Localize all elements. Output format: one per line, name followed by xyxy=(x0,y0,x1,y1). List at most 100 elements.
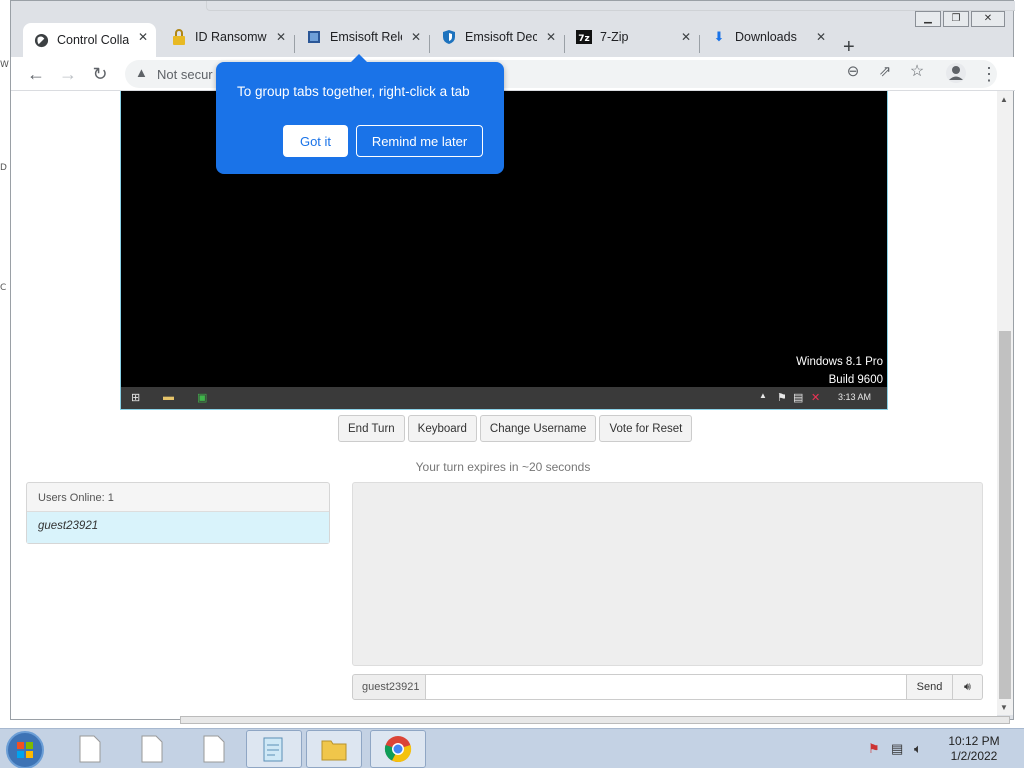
user-list-item[interactable]: guest23921 xyxy=(27,512,329,543)
taskbar-document-icon[interactable] xyxy=(186,730,242,768)
browser-toolbar: ← → ↻ ▲ Not secur ⊖ ⇗ ☆ ⋮ xyxy=(11,57,1015,91)
clock-date: 1/2/2022 xyxy=(950,749,998,763)
tab-separator xyxy=(564,35,565,53)
tab-title: Control Colla xyxy=(57,33,129,47)
vm-watermark-edition: Windows 8.1 Pro xyxy=(796,356,883,368)
download-icon: ⬇ xyxy=(713,29,725,44)
close-tab-icon[interactable]: ✕ xyxy=(681,30,691,44)
chat-message-input[interactable] xyxy=(426,674,907,700)
tab-control-collab[interactable]: Control Colla ✕ xyxy=(23,23,156,57)
vm-tray-arrow-icon[interactable]: ▲ xyxy=(759,391,767,400)
popup-message: To group tabs together, right-click a ta… xyxy=(237,84,470,99)
chat-username-label: guest23921 xyxy=(352,674,426,700)
tab-emsisoft-release[interactable]: Emsisoft Rele ✕ xyxy=(296,23,429,51)
tab-title: 7-Zip xyxy=(600,30,629,44)
vm-watermark-build: Build 9600 xyxy=(828,374,883,386)
vm-taskbar: ⊞ ▬ ▣ ▲ ⚑ ▤ ✕ 3:13 AM xyxy=(121,387,887,409)
share-icon[interactable]: ⇗ xyxy=(874,61,896,83)
back-arrow-icon[interactable]: ← xyxy=(25,63,47,85)
reload-icon[interactable]: ↻ xyxy=(89,63,111,85)
scroll-thumb[interactable] xyxy=(999,331,1011,699)
title-bar xyxy=(206,1,1015,11)
vote-reset-button[interactable]: Vote for Reset xyxy=(599,415,693,442)
security-status: Not secur xyxy=(157,67,213,82)
tab-id-ransomware[interactable]: ID Ransomwa ✕ xyxy=(161,23,294,51)
page-scrollbar[interactable]: ▲ ▼ xyxy=(997,91,1013,715)
taskbar-folder-icon[interactable] xyxy=(306,730,362,768)
forward-arrow-icon[interactable]: → xyxy=(57,63,79,85)
tab-emsisoft-decryptor[interactable]: Emsisoft Dec ✕ xyxy=(431,23,564,51)
profile-avatar-icon[interactable] xyxy=(945,62,967,84)
popup-arrow xyxy=(350,54,368,63)
scroll-down-icon[interactable]: ▼ xyxy=(1000,703,1008,712)
chat-log xyxy=(352,482,983,666)
chat-input-row: guest23921 Send 🔊︎ xyxy=(352,674,983,700)
vm-start-icon[interactable]: ⊞ xyxy=(131,391,140,404)
svg-text:7z: 7z xyxy=(578,34,590,44)
tab-title: Emsisoft Rele xyxy=(330,30,402,44)
tab-title: ID Ransomwa xyxy=(195,30,267,44)
emsisoft-icon xyxy=(306,29,322,45)
turn-status: Your turn expires in ~20 seconds xyxy=(415,460,591,474)
7zip-icon: 7z xyxy=(576,29,592,45)
warning-icon: ▲ xyxy=(135,65,148,80)
scroll-up-icon[interactable]: ▲ xyxy=(1000,95,1008,104)
remind-later-button[interactable]: Remind me later xyxy=(356,125,483,157)
taskbar-clock[interactable]: 10:12 PM 1/2/2022 xyxy=(944,734,1004,764)
taskbar-document-icon[interactable] xyxy=(124,730,180,768)
close-tab-icon[interactable]: ✕ xyxy=(138,30,148,44)
taskbar-chrome-icon[interactable] xyxy=(370,730,426,768)
bookmark-star-icon[interactable]: ☆ xyxy=(906,61,928,83)
shield-icon xyxy=(441,29,457,45)
vm-explorer-icon[interactable]: ▬ xyxy=(163,391,174,403)
vm-flag-icon[interactable]: ⚑ xyxy=(777,391,787,404)
tab-strip: Control Colla ✕ ID Ransomwa ✕ Emsisoft R… xyxy=(11,15,1015,57)
got-it-button[interactable]: Got it xyxy=(283,125,348,157)
action-center-icon[interactable]: ⚑ xyxy=(868,741,880,757)
new-tab-button[interactable]: + xyxy=(843,37,855,57)
desktop-icon-label: C xyxy=(0,283,7,293)
tab-separator xyxy=(699,35,700,53)
tab-group-tip-popup: To group tabs together, right-click a ta… xyxy=(216,54,504,174)
desktop: W D C ▁ ❐ ✕ Control Colla ✕ ID Ransomwa … xyxy=(0,0,1024,768)
close-tab-icon[interactable]: ✕ xyxy=(546,30,556,44)
taskbar-notepad-icon[interactable] xyxy=(246,730,302,768)
tab-title: Emsisoft Dec xyxy=(465,30,537,44)
sound-toggle-button[interactable]: 🔊︎ xyxy=(953,674,983,700)
desktop-icon-label: W xyxy=(0,60,9,70)
tab-separator xyxy=(294,35,295,53)
tab-title: Downloads xyxy=(735,30,797,44)
windows-taskbar: ⚑ ▤ 🔈︎ 10:12 PM 1/2/2022 xyxy=(0,728,1024,768)
volume-icon[interactable]: 🔈︎ xyxy=(914,741,922,757)
zoom-icon[interactable]: ⊖ xyxy=(842,61,864,83)
clock-time: 10:12 PM xyxy=(948,734,1000,748)
send-button[interactable]: Send xyxy=(907,674,953,700)
tab-downloads[interactable]: ⬇ Downloads ✕ xyxy=(701,23,834,51)
menu-kebab-icon[interactable]: ⋮ xyxy=(978,63,1000,85)
start-button[interactable] xyxy=(6,731,44,768)
browser-window: ▁ ❐ ✕ Control Colla ✕ ID Ransomwa ✕ Emsi… xyxy=(10,0,1015,720)
tab-separator xyxy=(429,35,430,53)
close-tab-icon[interactable]: ✕ xyxy=(816,30,826,44)
globe-icon xyxy=(33,32,49,48)
users-online-header: Users Online: 1 xyxy=(27,483,329,512)
windows-logo-icon xyxy=(17,742,33,758)
page-content: Windows 8.1 Pro Build 9600 ⊞ ▬ ▣ ▲ ⚑ ▤ ✕… xyxy=(11,91,997,719)
speaker-icon: 🔊︎ xyxy=(964,680,971,693)
vm-controls: End Turn Keyboard Change Username Vote f… xyxy=(338,415,693,442)
vm-volume-muted-icon[interactable]: ✕ xyxy=(811,391,820,404)
vm-app-icon[interactable]: ▣ xyxy=(197,391,207,404)
desktop-icon-label: D xyxy=(0,163,7,173)
close-tab-icon[interactable]: ✕ xyxy=(276,30,286,44)
horizontal-scrollbar[interactable] xyxy=(180,716,1010,724)
end-turn-button[interactable]: End Turn xyxy=(338,415,405,442)
users-panel: Users Online: 1 guest23921 xyxy=(26,482,330,544)
vm-clock: 3:13 AM xyxy=(837,392,871,402)
tab-7zip[interactable]: 7z 7-Zip ✕ xyxy=(566,23,699,51)
close-tab-icon[interactable]: ✕ xyxy=(411,30,421,44)
vm-network-icon[interactable]: ▤ xyxy=(793,391,803,404)
keyboard-button[interactable]: Keyboard xyxy=(407,415,477,442)
taskbar-document-icon[interactable] xyxy=(62,730,118,768)
change-username-button[interactable]: Change Username xyxy=(479,415,597,442)
network-icon[interactable]: ▤ xyxy=(891,741,903,757)
